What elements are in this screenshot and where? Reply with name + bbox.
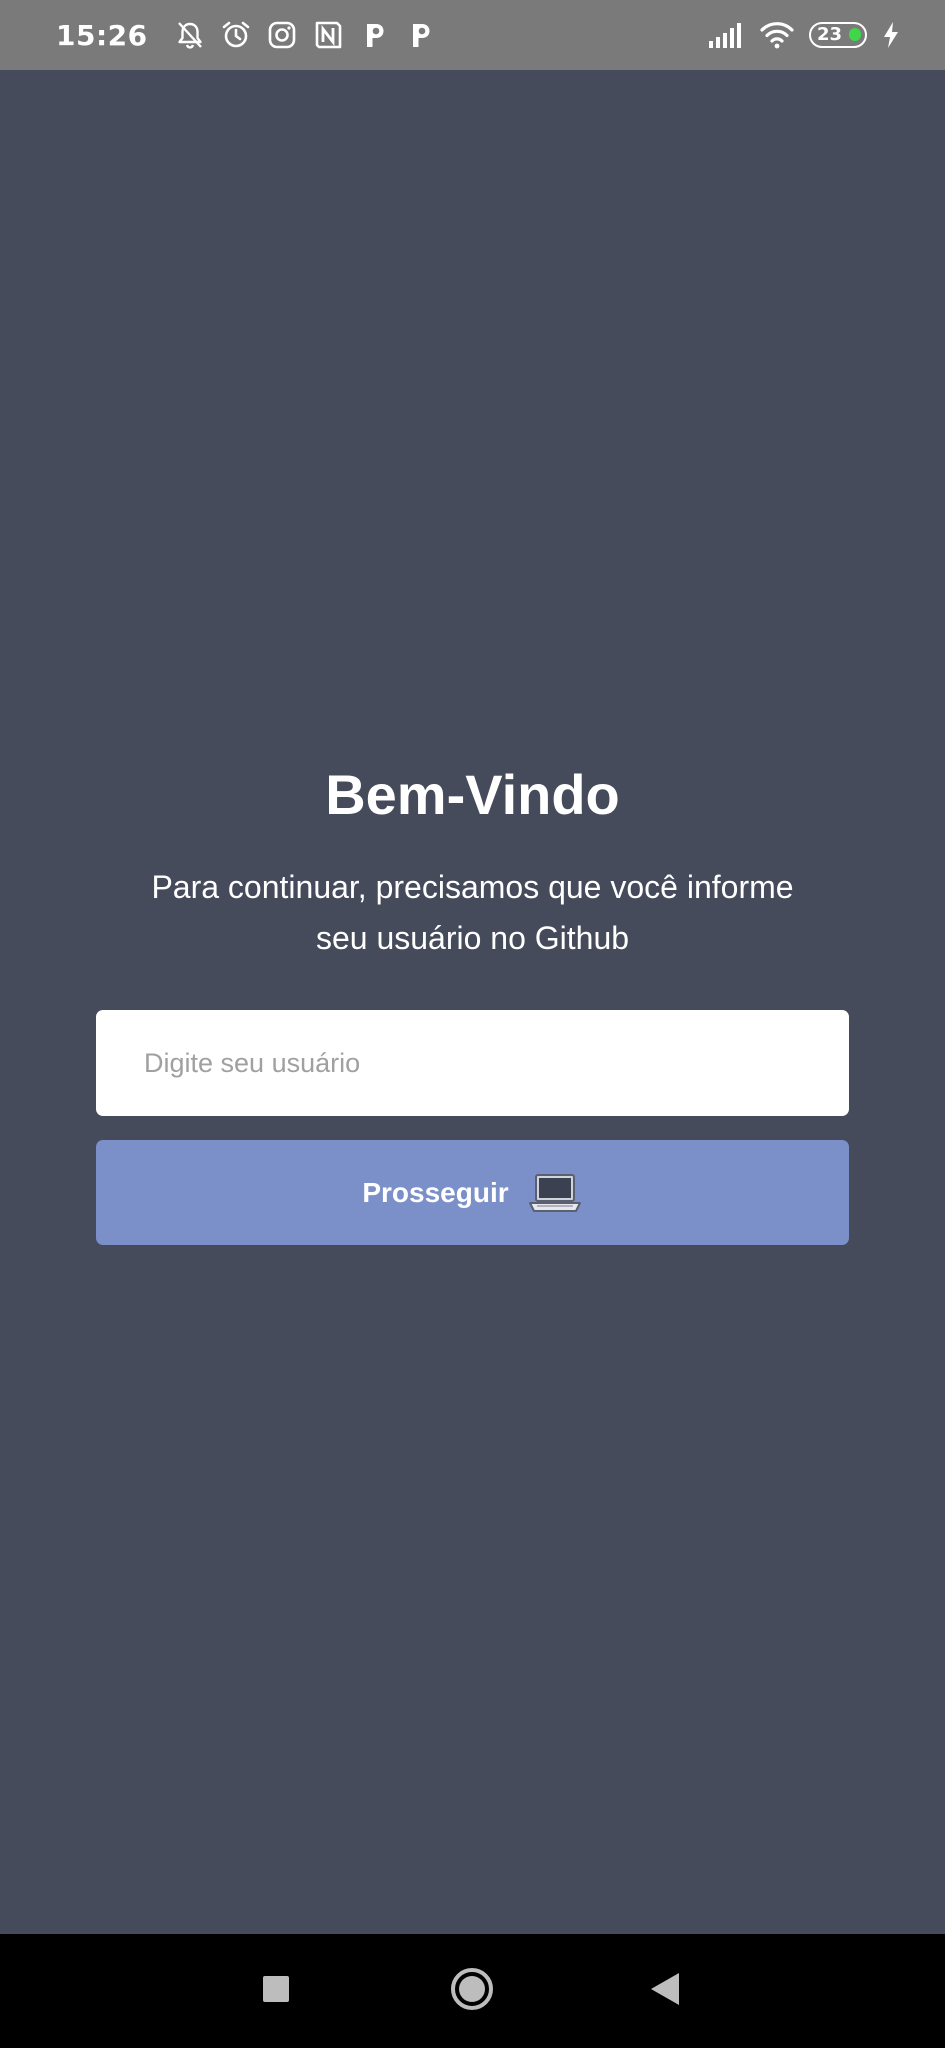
status-bar-left: 15:26 (56, 19, 436, 52)
home-icon (449, 1966, 495, 2017)
home-button[interactable] (412, 1934, 532, 2048)
proceed-button-label: Prosseguir (362, 1176, 509, 1208)
battery-level (849, 28, 861, 41)
instagram-icon (266, 19, 298, 51)
charging-icon (881, 19, 901, 51)
p-app-icon (404, 19, 436, 51)
wifi-icon (759, 19, 795, 51)
recents-icon (261, 1974, 291, 2009)
battery-indicator: 23 (809, 22, 867, 48)
battery-percentage: 23 (817, 24, 843, 45)
signal-icon (707, 19, 745, 51)
proceed-button[interactable]: Prosseguir (96, 1140, 849, 1245)
status-bar-right: 23 (707, 19, 901, 51)
recents-button[interactable] (216, 1934, 336, 2048)
navigation-bar (0, 1934, 945, 2048)
laptop-icon (527, 1171, 583, 1215)
back-button[interactable] (605, 1934, 725, 2048)
page-subtitle: Para continuar, precisamos que você info… (151, 869, 794, 956)
notion-icon (312, 19, 344, 51)
status-time: 15:26 (56, 18, 148, 52)
p-app-icon (358, 19, 390, 51)
back-icon (648, 1971, 682, 2012)
page-title: Bem-Vindo (325, 763, 620, 826)
status-bar: 15:26 23 (0, 0, 945, 70)
username-input[interactable] (96, 1010, 849, 1116)
bell-off-icon (174, 19, 206, 51)
alarm-icon (220, 19, 252, 51)
